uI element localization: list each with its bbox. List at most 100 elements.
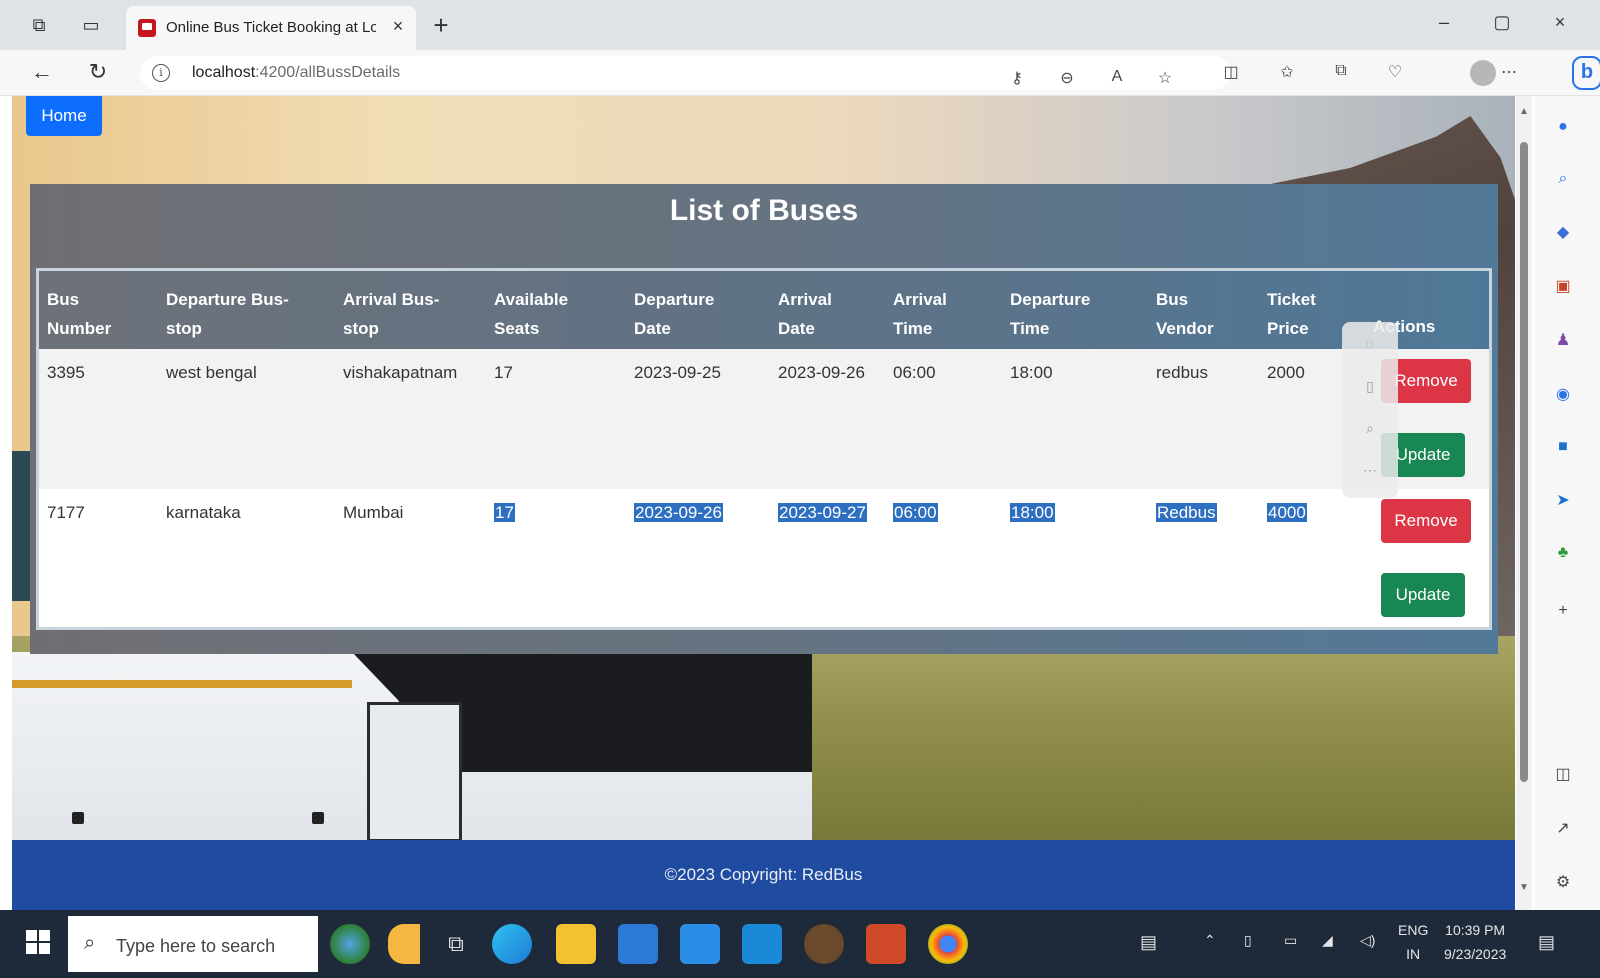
- cell-departure-stop: west bengal: [166, 363, 257, 382]
- search-icon[interactable]: ⌕: [1360, 420, 1380, 440]
- header-line: stop: [343, 319, 379, 338]
- selected-text: 06:00: [893, 503, 938, 522]
- url-host: localhost: [192, 64, 256, 81]
- cell-price: 4000: [1259, 489, 1341, 627]
- scroll-up-icon[interactable]: ▲: [1519, 106, 1529, 117]
- copy-icon[interactable]: ▯: [1360, 378, 1380, 398]
- open-external-icon[interactable]: ↗: [1552, 818, 1574, 840]
- page-scrollbar[interactable]: ▲ ▼: [1516, 96, 1532, 910]
- people-icon[interactable]: ♟: [1552, 330, 1574, 352]
- start-tile: [39, 943, 50, 954]
- url-field[interactable]: i localhost:4200/allBussDetails ⚷ ⊖ A ☆: [140, 56, 1230, 90]
- onedrive-icon[interactable]: ▯: [1244, 932, 1252, 949]
- bing-copilot-icon[interactable]: b: [1572, 56, 1600, 90]
- notifications-icon[interactable]: ▤: [1538, 932, 1555, 953]
- split-screen-icon[interactable]: ◫: [1220, 62, 1242, 84]
- header-departure-stop: Departure Bus-stop: [158, 271, 335, 349]
- tools-icon[interactable]: ▣: [1552, 276, 1574, 298]
- taskbar-search-box[interactable]: ⌕ Type here to search: [68, 916, 318, 972]
- key-icon[interactable]: ⚷: [1006, 68, 1028, 90]
- news-icon[interactable]: ▤: [1140, 932, 1157, 953]
- more-icon[interactable]: ⋯: [1360, 462, 1380, 482]
- header-line: stop: [166, 319, 202, 338]
- favorite-star-icon[interactable]: ☆: [1154, 68, 1176, 90]
- selected-text: 2023-09-27: [778, 503, 867, 522]
- taskbar-clock[interactable]: 10:39 PM 9/23/2023: [1444, 918, 1506, 966]
- tag-icon[interactable]: ◆: [1552, 222, 1574, 244]
- office-icon[interactable]: ◉: [1552, 384, 1574, 406]
- favorites-icon[interactable]: ✩: [1276, 62, 1298, 84]
- close-window-icon[interactable]: ×: [1548, 12, 1572, 33]
- header-line: Departure Bus-: [166, 290, 289, 309]
- network-icon[interactable]: ◢: [1322, 932, 1333, 949]
- app-gear-icon[interactable]: [804, 924, 844, 964]
- minimize-icon[interactable]: –: [1432, 12, 1456, 33]
- tree-icon[interactable]: ♣: [1552, 542, 1574, 564]
- battery-icon[interactable]: ▭: [1284, 932, 1297, 949]
- outlook-icon[interactable]: ■: [1552, 436, 1574, 458]
- cell-arrival-stop: vishakapatnam: [343, 363, 458, 382]
- task-view-icon[interactable]: ⧉: [436, 924, 476, 964]
- store-icon[interactable]: [618, 924, 658, 964]
- hide-menu-icon[interactable]: ◌: [1360, 336, 1380, 356]
- scrollbar-thumb[interactable]: [1520, 142, 1528, 782]
- file-explorer-icon[interactable]: [556, 924, 596, 964]
- workspaces-icon[interactable]: ⧉: [28, 14, 50, 36]
- selected-text: 4000: [1267, 503, 1307, 522]
- header-line: Bus: [1156, 290, 1189, 309]
- header-line: Price: [1267, 319, 1309, 338]
- send-icon[interactable]: ➤: [1552, 490, 1574, 512]
- tab-actions-icon[interactable]: ▭: [80, 14, 102, 36]
- more-menu-icon[interactable]: ⋯: [1498, 62, 1520, 84]
- home-button[interactable]: Home: [26, 96, 102, 136]
- notification-bell-icon[interactable]: ●: [1552, 116, 1574, 138]
- windows-start-icon[interactable]: [26, 930, 50, 954]
- update-button[interactable]: Update: [1381, 573, 1465, 617]
- header-line: Time: [893, 319, 933, 338]
- clock-date: 9/23/2023: [1444, 946, 1507, 962]
- site-info-icon[interactable]: i: [152, 64, 170, 82]
- header-arrival-stop: Arrival Bus-stop: [335, 271, 486, 349]
- close-tab-icon[interactable]: ×: [388, 16, 408, 38]
- weather-widget-icon[interactable]: [330, 924, 370, 964]
- powerpoint-icon[interactable]: [866, 924, 906, 964]
- chrome-icon[interactable]: [928, 924, 968, 964]
- vscode-icon[interactable]: [742, 924, 782, 964]
- settings-gear-icon[interactable]: ⚙: [1552, 872, 1574, 894]
- windows-taskbar: ⌕ Type here to search ⧉ ▤ ⌃ ▯ ▭ ◢ ◁) ENG…: [0, 910, 1600, 978]
- refresh-icon[interactable]: ↻: [84, 58, 112, 86]
- cell-departure-time: 18:00: [1002, 489, 1148, 627]
- mail-icon[interactable]: [680, 924, 720, 964]
- header-departure-date: Departure Date: [626, 271, 770, 349]
- zoom-icon[interactable]: ⊖: [1056, 68, 1078, 90]
- new-tab-icon[interactable]: +: [428, 10, 454, 41]
- profile-avatar[interactable]: [1470, 60, 1496, 86]
- volume-icon[interactable]: ◁): [1360, 932, 1375, 949]
- browser-tab[interactable]: Online Bus Ticket Booking at Lo ×: [126, 6, 416, 50]
- browser-essentials-icon[interactable]: ♡: [1384, 62, 1406, 84]
- bus-table: Bus Number Departure Bus-stop Arrival Bus…: [39, 271, 1489, 627]
- add-icon[interactable]: +: [1552, 600, 1574, 622]
- tray-chevron-icon[interactable]: ⌃: [1204, 932, 1216, 949]
- restore-icon[interactable]: ▢: [1490, 12, 1514, 33]
- cell-bus-number: 7177: [47, 503, 85, 522]
- header-line: Departure: [634, 290, 715, 309]
- back-icon[interactable]: ←: [28, 58, 56, 86]
- search-glass-icon: ⌕: [84, 932, 96, 954]
- sidebar-split-icon[interactable]: ◫: [1552, 764, 1574, 786]
- scroll-down-icon[interactable]: ▼: [1519, 882, 1529, 893]
- collections-icon[interactable]: ⧉: [1330, 62, 1352, 84]
- search-icon[interactable]: ⌕: [1552, 168, 1574, 190]
- clock-time: 10:39 PM: [1445, 922, 1506, 938]
- language-indicator[interactable]: ENG IN: [1398, 918, 1428, 966]
- cell-actions: Remove Update: [1341, 489, 1489, 627]
- cell-departure-date: 2023-09-26: [626, 489, 770, 627]
- edge-browser-icon[interactable]: [492, 924, 532, 964]
- widget-icon[interactable]: [388, 924, 420, 964]
- read-aloud-icon[interactable]: A: [1106, 68, 1128, 90]
- cell-departure-stop: karnataka: [166, 503, 241, 522]
- selected-text: 17: [494, 503, 515, 522]
- header-line: Available: [494, 290, 569, 309]
- remove-button[interactable]: Remove: [1381, 499, 1471, 543]
- header-line: Vendor: [1156, 319, 1214, 338]
